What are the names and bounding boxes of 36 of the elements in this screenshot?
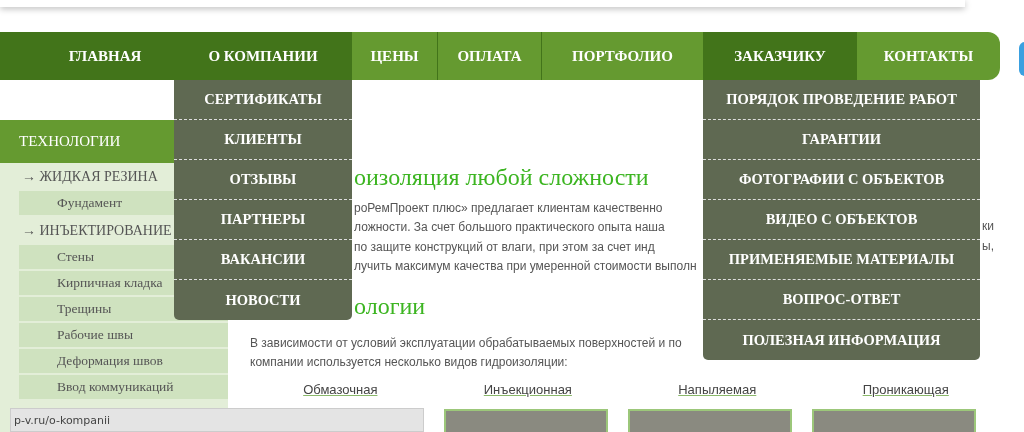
menu-item[interactable]: ГАРАНТИИ bbox=[703, 120, 980, 160]
page-heading: оизоляция любой сложности bbox=[354, 163, 649, 192]
intro-text-fragment: ы, bbox=[982, 238, 994, 253]
nav-link[interactable]: ГЛАВНАЯ bbox=[0, 32, 174, 80]
technology-link[interactable]: Обмазочная bbox=[303, 382, 378, 397]
status-bar-url: p-v.ru/o-kompanii bbox=[10, 408, 424, 432]
sidebar-subitem[interactable]: Деформация швов bbox=[19, 349, 228, 373]
technology-link[interactable]: Проникающая bbox=[862, 382, 949, 397]
technology-link[interactable]: Напыляемая bbox=[678, 382, 757, 397]
sidebar-subitem[interactable]: Ввод коммуникаций bbox=[19, 375, 228, 399]
intro-text-fragment: ки bbox=[982, 219, 994, 234]
menu-item[interactable]: ВОПРОС-ОТВЕТ bbox=[703, 280, 980, 320]
menu-item[interactable]: ФОТОГРАФИИ С ОБЪЕКТОВ bbox=[703, 160, 980, 200]
section-heading: ологии bbox=[354, 292, 426, 321]
menu-item[interactable]: ОТЗЫВЫ bbox=[174, 160, 352, 200]
menu-item[interactable]: СЕРТИФИКАТЫ bbox=[174, 80, 352, 120]
menu-item[interactable]: КЛИЕНТЫ bbox=[174, 120, 352, 160]
menu-item[interactable]: ПОЛЕЗНАЯ ИНФОРМАЦИЯ bbox=[703, 320, 980, 360]
menu-item[interactable]: ВИДЕО С ОБЪЕКТОВ bbox=[703, 200, 980, 240]
section-text-line: компании используется несколько видов гидроизоляции: bbox=[250, 355, 568, 370]
nav-link[interactable]: ЗАКАЗЧИКУ bbox=[703, 32, 857, 80]
nav-link[interactable]: ЦЕНЫ bbox=[352, 32, 437, 80]
menu-item[interactable]: ПАРТНЕРЫ bbox=[174, 200, 352, 240]
menu-item[interactable]: ПОРЯДОК ПРОВЕДЕНИЕ РАБОТ bbox=[703, 80, 980, 120]
nav-link[interactable]: О КОМПАНИИ bbox=[174, 32, 352, 80]
intro-text-line: ложности. За счет большого практического опыта наша bbox=[354, 220, 665, 235]
menu-item[interactable]: ПРИМЕНЯЕМЫЕ МАТЕРИАЛЫ bbox=[703, 240, 980, 280]
nav-link[interactable]: КОНТАКТЫ bbox=[857, 32, 1000, 80]
sidebar-subitem[interactable]: Рабочие швы bbox=[19, 323, 228, 347]
intro-text-line: по защите конструкций от влаги, при этом за счет инд bbox=[354, 239, 655, 254]
menu-item[interactable]: ВАКАНСИИ bbox=[174, 240, 352, 280]
intro-text-line: лучить максимум качества при умеренной стоимости выполн bbox=[354, 259, 697, 274]
section-text-line: В зависимости от условий эксплуатации обрабатываемых поверхностей и по bbox=[250, 335, 682, 350]
nav-link[interactable]: ОПЛАТА bbox=[437, 32, 541, 80]
intro-text-line: роРемПроект плюс» предлагает клиентам качественно bbox=[354, 200, 663, 215]
technology-link[interactable]: Инъекционная bbox=[483, 382, 572, 397]
